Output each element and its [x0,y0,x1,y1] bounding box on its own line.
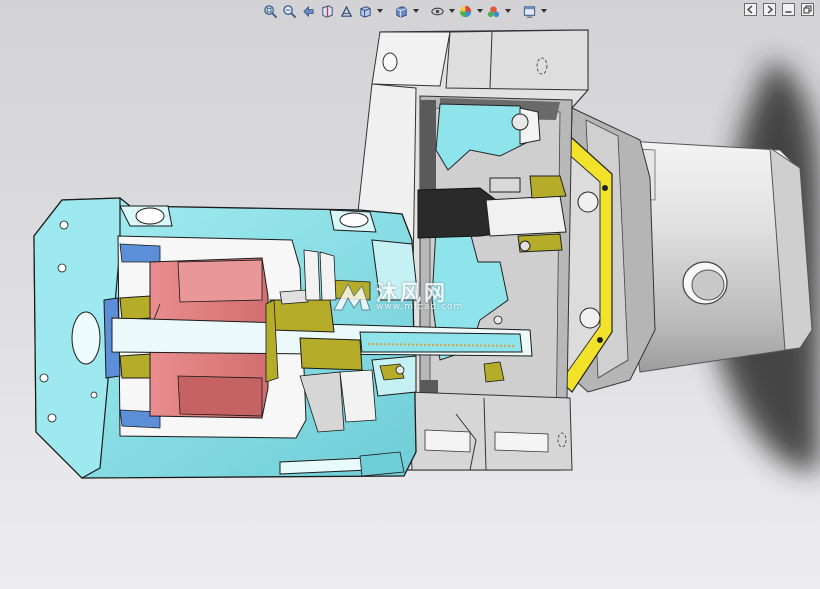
hide-show-icon [431,7,444,15]
appearance-icon [459,5,472,17]
chevron-left-icon [747,5,753,14]
view-settings-icon [523,5,536,18]
section-view-icon [322,4,333,18]
restore-button[interactable] [801,3,814,16]
appearance-button[interactable] [457,3,474,20]
zoom-fit-icon [264,4,278,18]
hide-show-button[interactable] [429,3,446,20]
watermark-logo-icon [333,282,371,311]
heads-up-view-toolbar [262,0,547,22]
hide-show-dropdown[interactable] [448,3,455,20]
scene-button[interactable] [485,3,502,20]
minimize-icon [785,11,792,13]
site-watermark: 沐风网 www.mfcad.com [332,272,502,322]
scene-icon [487,5,500,17]
view-orientation-dropdown[interactable] [376,3,383,20]
restore-icon [803,5,812,14]
display-style-button[interactable] [393,3,410,20]
chevron-down-icon [448,9,455,13]
annotation-button[interactable] [338,3,355,20]
previous-view-icon [303,5,314,17]
chevron-down-icon [412,9,419,13]
tile-left-button[interactable] [744,3,757,16]
tile-right-button[interactable] [763,3,776,16]
minimize-button[interactable] [782,3,795,16]
previous-view-button[interactable] [300,3,317,20]
scene-dropdown[interactable] [504,3,511,20]
window-controls [744,3,814,16]
chevron-down-icon [504,9,511,13]
view-settings-button[interactable] [521,3,538,20]
watermark-brand: 沐风网 [376,281,448,305]
annotation-icon [340,4,353,17]
zoom-area-button[interactable] [281,3,298,20]
chevron-down-icon [476,9,483,13]
appearance-dropdown[interactable] [476,3,483,20]
view-orientation-icon [360,5,371,18]
section-view-button[interactable] [319,3,336,20]
chevron-down-icon [540,9,547,13]
chevron-down-icon [376,9,383,13]
display-style-icon [396,5,407,18]
watermark-url: www.mfcad.com [376,302,464,312]
chevron-right-icon [767,5,773,14]
view-settings-dropdown[interactable] [540,3,547,20]
view-orientation-button[interactable] [357,3,374,20]
zoom-fit-button[interactable] [262,3,279,20]
display-style-dropdown[interactable] [412,3,419,20]
zoom-area-icon [283,4,297,18]
